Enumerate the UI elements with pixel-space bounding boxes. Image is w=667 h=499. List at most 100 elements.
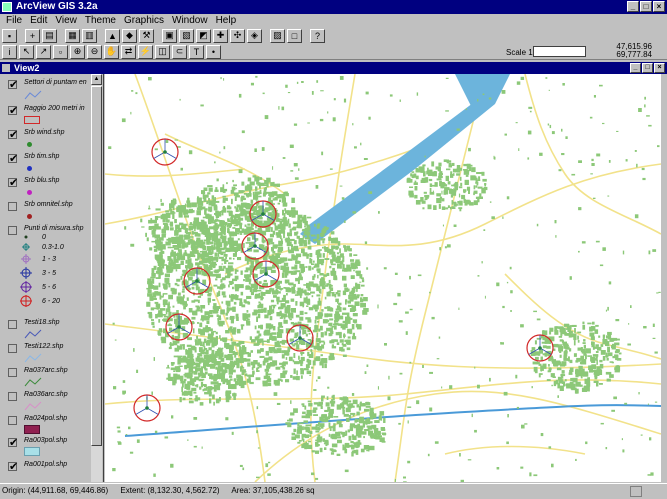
- layer-checkbox[interactable]: ✔: [8, 106, 18, 117]
- scroll-up-icon[interactable]: ▲: [91, 74, 102, 85]
- building: [214, 220, 217, 223]
- menu-window[interactable]: Window: [168, 14, 212, 27]
- layer-checkbox[interactable]: [8, 226, 17, 235]
- label-icon[interactable]: ⊂: [172, 44, 187, 59]
- map-vertical-scrollbar[interactable]: [661, 74, 667, 482]
- arcview-app-icon[interactable]: [2, 2, 12, 12]
- menu-help[interactable]: Help: [212, 14, 241, 27]
- antenna-site[interactable]: [151, 138, 179, 166]
- add-theme-icon[interactable]: +: [25, 28, 40, 43]
- layer-item[interactable]: ✔ Srb wind.shp: [2, 128, 90, 152]
- layer-item[interactable]: Punti di misura.shp 0 0.3-1.0 1 - 3 3 - …: [2, 224, 90, 310]
- zoom-active-themes-icon[interactable]: ▧: [179, 28, 194, 43]
- building: [151, 321, 155, 326]
- measure-icon[interactable]: ⇄: [121, 44, 136, 59]
- minimize-button[interactable]: _: [627, 1, 639, 12]
- toc-scroll-thumb[interactable]: [91, 86, 102, 446]
- view-icon[interactable]: [2, 64, 10, 72]
- area-of-interest-icon[interactable]: ◫: [155, 44, 170, 59]
- menu-edit[interactable]: Edit: [26, 14, 51, 27]
- layer-item[interactable]: Testi18.shp: [2, 318, 90, 342]
- select-features-icon[interactable]: ▨: [270, 28, 285, 43]
- save-project-icon[interactable]: ▪: [2, 28, 17, 43]
- layer-checkbox[interactable]: [8, 202, 17, 211]
- identify-icon[interactable]: i: [2, 44, 17, 59]
- theme-properties-icon[interactable]: ▤: [42, 28, 57, 43]
- zoom-out-tool-icon[interactable]: ⊖: [87, 44, 102, 59]
- select-feature-icon[interactable]: ▫: [53, 44, 68, 59]
- sector-line: [164, 151, 177, 159]
- find-icon[interactable]: ▲: [105, 28, 120, 43]
- layer-item[interactable]: Ra037arc.shp: [2, 366, 90, 390]
- view-close-button[interactable]: ×: [654, 63, 665, 73]
- building: [173, 370, 176, 372]
- draw-point-icon[interactable]: •: [206, 44, 221, 59]
- building: [317, 376, 321, 379]
- maximize-button[interactable]: □: [640, 1, 652, 12]
- layer-item[interactable]: Testi122.shp: [2, 342, 90, 366]
- building: [369, 433, 375, 438]
- layer-checkbox[interactable]: [8, 344, 17, 353]
- building: [283, 220, 288, 225]
- building: [583, 344, 586, 349]
- menu-file[interactable]: File: [2, 14, 26, 27]
- antenna-site[interactable]: [286, 324, 314, 352]
- layer-item[interactable]: ✔ Raggio 200 metri in: [2, 104, 90, 128]
- menu-graphics[interactable]: Graphics: [120, 14, 168, 27]
- layer-checkbox[interactable]: [8, 320, 17, 329]
- layer-item[interactable]: Ra036arc.shp: [2, 390, 90, 414]
- zoom-in-icon[interactable]: ✚: [213, 28, 228, 43]
- clear-selection-icon[interactable]: □: [287, 28, 302, 43]
- layer-item[interactable]: ✔ Ra003pol.shp: [2, 436, 90, 460]
- layer-checkbox[interactable]: [8, 416, 17, 425]
- layer-item[interactable]: ✔ Srb tim.shp: [2, 152, 90, 176]
- building: [320, 238, 326, 241]
- zoom-selected-icon[interactable]: ◩: [196, 28, 211, 43]
- menu-theme[interactable]: Theme: [81, 14, 120, 27]
- pointer-icon[interactable]: ↖: [19, 44, 34, 59]
- help-icon[interactable]: ?: [310, 28, 325, 43]
- layer-checkbox[interactable]: ✔: [8, 130, 18, 141]
- zoom-full-extent-icon[interactable]: ▣: [162, 28, 177, 43]
- locate-address-icon[interactable]: ◆: [122, 28, 137, 43]
- text-icon[interactable]: T: [189, 44, 204, 59]
- open-table-icon[interactable]: ▥: [82, 28, 97, 43]
- zoom-out-icon[interactable]: ✣: [230, 28, 245, 43]
- building: [199, 227, 204, 232]
- edit-legend-icon[interactable]: ▦: [65, 28, 80, 43]
- map-display[interactable]: [105, 74, 661, 482]
- layer-item[interactable]: ✔ Srb blu.shp: [2, 176, 90, 200]
- layer-checkbox[interactable]: ✔: [8, 80, 18, 91]
- menu-view[interactable]: View: [51, 14, 81, 27]
- building: [341, 197, 345, 200]
- layer-item[interactable]: Srb omnitel.shp: [2, 200, 90, 224]
- hotlink-icon[interactable]: ⚡: [138, 44, 153, 59]
- layer-item[interactable]: Ra024pol.shp: [2, 414, 90, 438]
- vertex-edit-icon[interactable]: ↗: [36, 44, 51, 59]
- building: [311, 366, 314, 369]
- scale-input[interactable]: [533, 46, 586, 57]
- layer-checkbox[interactable]: ✔: [8, 438, 18, 449]
- layer-item[interactable]: ✔ Settori di puntam en: [2, 78, 90, 104]
- resize-grip-icon[interactable]: [630, 486, 642, 497]
- close-button[interactable]: ×: [653, 1, 665, 12]
- building: [308, 333, 311, 335]
- zoom-in-tool-icon[interactable]: ⊕: [70, 44, 85, 59]
- building: [342, 401, 345, 403]
- toc-scrollbar[interactable]: ▲: [91, 74, 102, 482]
- pan-icon[interactable]: ✋: [104, 44, 119, 59]
- antenna-site[interactable]: [133, 394, 161, 422]
- layer-checkbox[interactable]: ✔: [8, 462, 18, 473]
- map-canvas[interactable]: [105, 74, 661, 482]
- zoom-previous-icon[interactable]: ◈: [247, 28, 262, 43]
- layer-item[interactable]: ✔ Ra001pol.shp: [2, 460, 90, 482]
- query-builder-icon[interactable]: ⚒: [139, 28, 154, 43]
- layer-checkbox[interactable]: [8, 368, 17, 377]
- building: [293, 163, 298, 167]
- building: [242, 345, 245, 350]
- layer-checkbox[interactable]: ✔: [8, 154, 18, 165]
- view-minimize-button[interactable]: _: [630, 63, 641, 73]
- layer-checkbox[interactable]: ✔: [8, 178, 18, 189]
- view-maximize-button[interactable]: □: [642, 63, 653, 73]
- layer-checkbox[interactable]: [8, 392, 17, 401]
